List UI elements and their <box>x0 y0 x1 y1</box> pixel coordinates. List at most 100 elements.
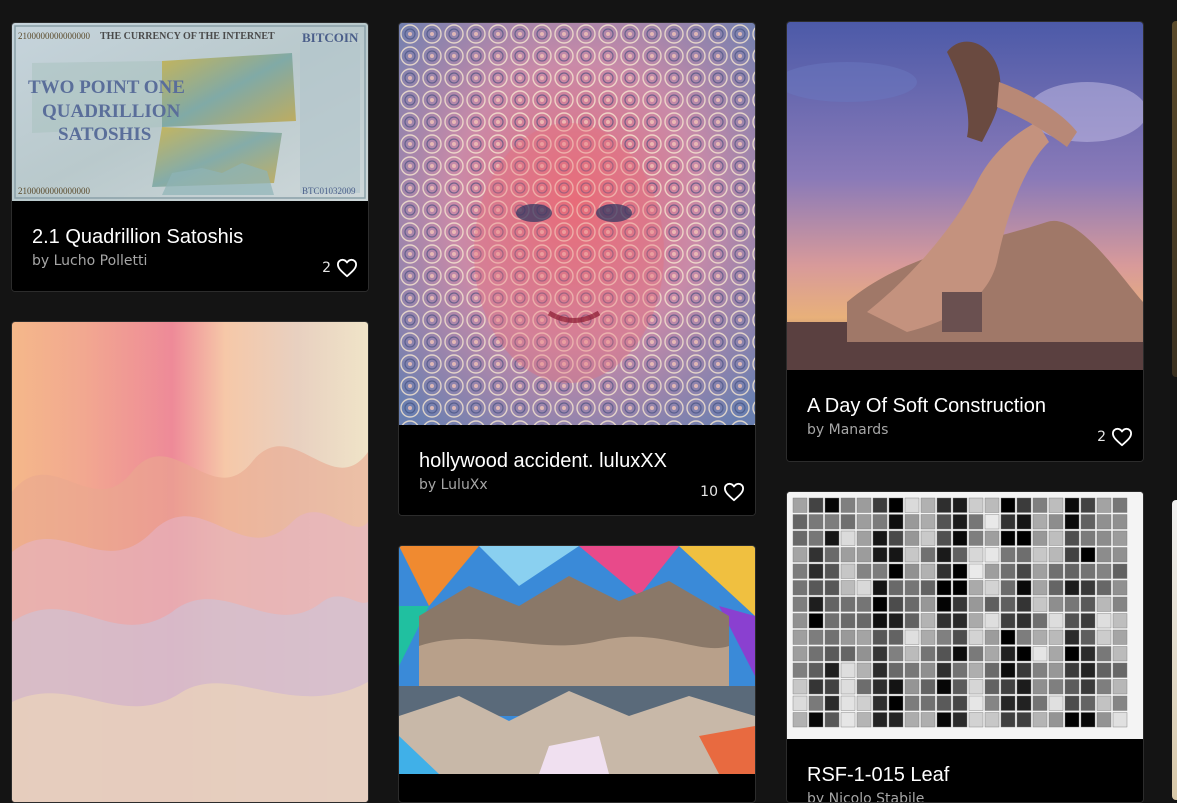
grid-tile <box>968 679 984 695</box>
grid-tile <box>1096 629 1112 645</box>
artwork-card[interactable] <box>398 545 756 803</box>
grid-tile <box>1032 662 1048 678</box>
grid-tile <box>824 613 840 629</box>
grid-tile <box>1064 629 1080 645</box>
grid-tile <box>824 596 840 612</box>
grid-tile <box>952 563 968 579</box>
grid-tile <box>952 646 968 662</box>
grid-tile <box>1000 613 1016 629</box>
artwork-title[interactable]: hollywood accident. luluxXX <box>419 450 667 473</box>
grid-tile <box>808 629 824 645</box>
grid-tile <box>792 679 808 695</box>
grid-tile <box>920 629 936 645</box>
grid-tile <box>920 679 936 695</box>
grid-tile <box>952 580 968 596</box>
grid-tile <box>1016 695 1032 711</box>
artwork-thumbnail[interactable]: 2100000000000000 THE CURRENCY OF THE INT… <box>12 23 368 201</box>
grid-tile <box>824 530 840 546</box>
offscreen-card-edge[interactable] <box>1172 21 1177 377</box>
grid-tile <box>920 530 936 546</box>
grid-tile <box>952 497 968 513</box>
grid-tile <box>872 580 888 596</box>
offscreen-card-edge[interactable] <box>1172 500 1177 800</box>
grid-tile <box>1000 530 1016 546</box>
artwork-thumbnail[interactable] <box>12 322 368 802</box>
grid-tile <box>952 514 968 530</box>
grid-tile <box>808 547 824 563</box>
grid-tile <box>808 662 824 678</box>
grid-tile <box>888 646 904 662</box>
grid-tile <box>1032 646 1048 662</box>
artwork-thumbnail[interactable] <box>399 546 755 774</box>
grid-tile <box>1016 712 1032 728</box>
grid-tile <box>968 712 984 728</box>
like-button[interactable]: 2 <box>322 258 358 278</box>
artwork-thumbnail[interactable] <box>399 23 755 425</box>
grid-tile <box>1048 679 1064 695</box>
grid-tile <box>1080 580 1096 596</box>
grid-tile <box>984 662 1000 678</box>
grid-tile <box>984 547 1000 563</box>
grid-tile <box>1016 580 1032 596</box>
artwork-card[interactable] <box>11 321 369 803</box>
grid-tile <box>888 679 904 695</box>
grid-tile <box>920 580 936 596</box>
grid-tile <box>840 563 856 579</box>
grid-tile <box>808 712 824 728</box>
grid-tile <box>872 514 888 530</box>
grid-tile <box>968 646 984 662</box>
grid-tile <box>792 646 808 662</box>
like-button[interactable]: 10 <box>700 482 745 502</box>
artist-name[interactable]: by Nicolo Stabile <box>807 791 924 802</box>
grid-tile <box>1048 580 1064 596</box>
heart-outline-icon[interactable] <box>1111 427 1133 447</box>
heart-outline-icon[interactable] <box>336 258 358 278</box>
grid-tile <box>984 580 1000 596</box>
grid-tile <box>936 695 952 711</box>
artist-name[interactable]: by Lucho Polletti <box>32 253 147 269</box>
artist-name[interactable]: by Manards <box>807 422 888 438</box>
artwork-card[interactable]: RSF-1-015 Leaf by Nicolo Stabile <box>786 491 1144 803</box>
grid-tile <box>1080 662 1096 678</box>
artist-name[interactable]: by LuluXx <box>419 477 488 493</box>
artwork-thumbnail[interactable] <box>787 492 1143 739</box>
grid-tile <box>920 596 936 612</box>
artwork-thumbnail[interactable] <box>787 22 1143 370</box>
grid-tile <box>1112 530 1128 546</box>
grid-tile <box>1048 695 1064 711</box>
like-button[interactable]: 2 <box>1097 427 1133 447</box>
grid-tile <box>1048 563 1064 579</box>
grid-tile <box>936 580 952 596</box>
grid-tile <box>952 613 968 629</box>
artwork-card[interactable]: hollywood accident. luluxXX by LuluXx 10 <box>398 22 756 516</box>
grid-tile <box>1000 629 1016 645</box>
heart-outline-icon[interactable] <box>723 482 745 502</box>
artwork-card[interactable]: A Day Of Soft Construction by Manards 2 <box>786 21 1144 462</box>
grid-tile <box>792 497 808 513</box>
grid-tile <box>824 580 840 596</box>
artwork-title[interactable]: RSF-1-015 Leaf <box>807 764 949 787</box>
grid-tile <box>1096 563 1112 579</box>
grid-tile <box>1096 514 1112 530</box>
grid-tile <box>888 497 904 513</box>
artwork-title[interactable]: A Day Of Soft Construction <box>807 395 1046 418</box>
grid-tile <box>1032 514 1048 530</box>
grid-tile <box>888 530 904 546</box>
grid-tile <box>824 712 840 728</box>
card-meta: hollywood accident. luluxXX by LuluXx 10 <box>399 425 755 515</box>
grid-tile <box>1000 712 1016 728</box>
grid-tile <box>936 646 952 662</box>
grid-tile <box>952 662 968 678</box>
artwork-card[interactable]: 2100000000000000 THE CURRENCY OF THE INT… <box>11 22 369 292</box>
grid-tile <box>920 514 936 530</box>
grid-tile <box>1016 629 1032 645</box>
grid-tile <box>1112 629 1128 645</box>
grid-tile <box>808 530 824 546</box>
grayscale-grid-image <box>787 492 1143 739</box>
grid-tile <box>1064 596 1080 612</box>
grid-tile <box>792 514 808 530</box>
grid-tile <box>1080 563 1096 579</box>
grid-tile <box>984 563 1000 579</box>
artwork-title[interactable]: 2.1 Quadrillion Satoshis <box>32 226 243 249</box>
grid-tile <box>1112 580 1128 596</box>
